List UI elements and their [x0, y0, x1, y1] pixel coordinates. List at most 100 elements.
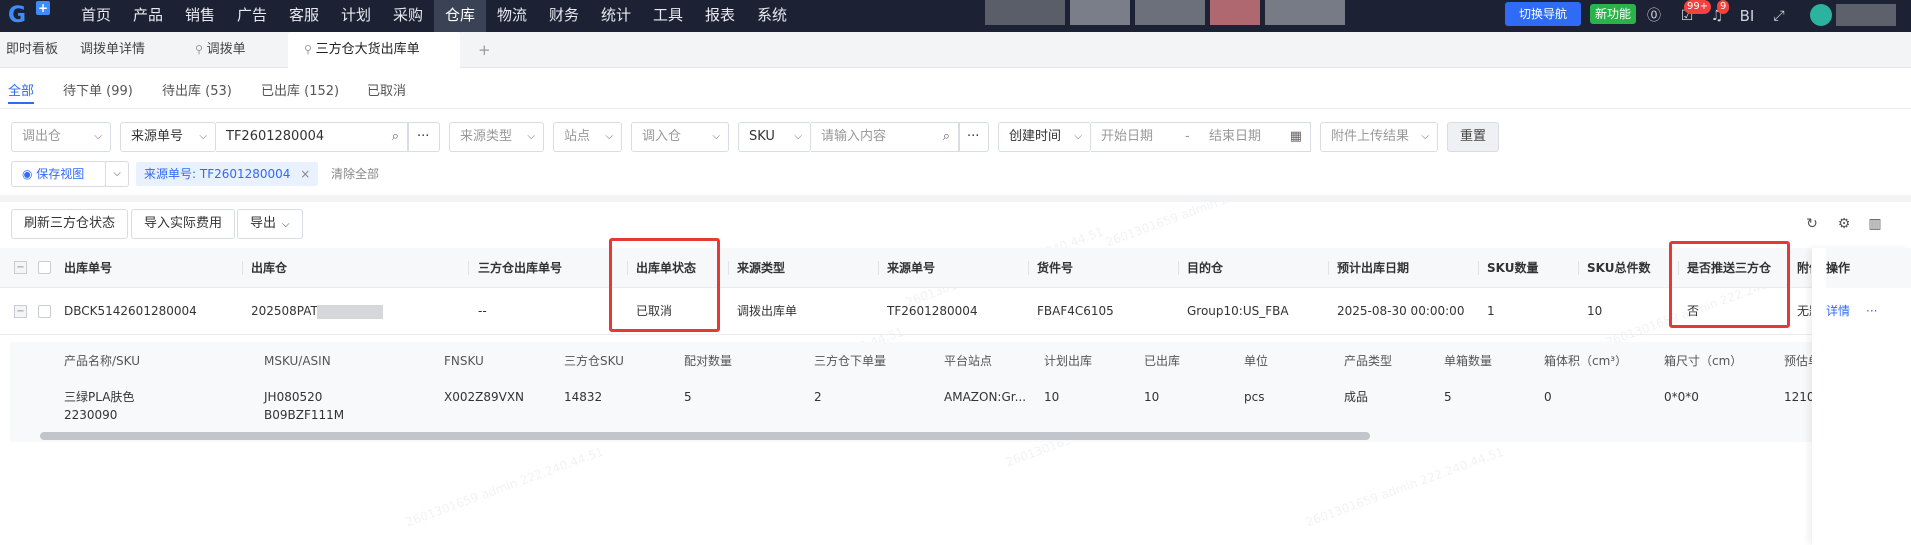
menu-item-plan[interactable]: 计划 — [330, 0, 382, 32]
column-divider — [1478, 261, 1479, 275]
column-header[interactable]: 预计出库日期 — [1337, 248, 1409, 288]
close-icon[interactable]: × — [300, 167, 310, 181]
top-navigation-bar: G + 首页 产品 销售 广告 客服 计划 采购 仓库 物流 财务 统计 工具 … — [0, 0, 1911, 32]
menu-item-logistics[interactable]: 物流 — [486, 0, 538, 32]
clear-all-link[interactable]: 清除全部 — [331, 162, 379, 186]
columns-icon[interactable]: ▥ — [1866, 215, 1884, 233]
status-tab-shipped[interactable]: 已出库 (152) — [261, 80, 339, 102]
status-tab-all[interactable]: 全部 — [8, 80, 34, 102]
message-count-badge: 9 — [1717, 0, 1730, 14]
tab-instant-board[interactable]: 即时看板 — [6, 32, 58, 68]
search-icon[interactable]: ⌕ — [392, 123, 399, 151]
add-tab-button[interactable]: + — [478, 32, 491, 68]
reset-button[interactable]: 重置 — [1447, 122, 1499, 152]
column-header[interactable]: 出库仓 — [251, 248, 287, 288]
select-all-checkbox[interactable] — [38, 261, 51, 274]
destination-warehouse: Group10:US_FBA — [1187, 304, 1289, 318]
column-divider — [878, 261, 879, 275]
column-header[interactable]: 出库单号 — [64, 248, 112, 288]
switch-navigation-button[interactable]: 切换导航 — [1505, 2, 1581, 26]
bi-icon[interactable]: BI — [1738, 7, 1756, 25]
highlight-box — [1669, 241, 1790, 328]
status-tab-pending-outbound[interactable]: 待出库 (53) — [162, 80, 232, 102]
source-no-input[interactable]: TF2601280004 ⌕ — [216, 122, 408, 152]
column-header[interactable]: SKU总件数 — [1587, 248, 1650, 288]
select-placeholder: 附件上传结果 — [1331, 129, 1410, 144]
sku-type-select[interactable]: SKU ⌵ — [738, 122, 811, 152]
column-header[interactable]: 来源类型 — [737, 248, 785, 288]
row-checkbox[interactable] — [38, 305, 51, 318]
column-header[interactable]: SKU数量 — [1487, 248, 1538, 288]
menu-item-finance[interactable]: 财务 — [538, 0, 590, 32]
select-placeholder: 调入仓 — [642, 129, 682, 144]
column-header[interactable]: 货件号 — [1037, 248, 1073, 288]
tab-transfer-order[interactable]: ⚲ 调拨单 — [195, 32, 285, 68]
product-sku: 2230090 — [64, 408, 118, 422]
product-cell: 三绿PLA肤色 2230090 — [64, 388, 134, 424]
new-feature-button[interactable]: 新功能 — [1590, 4, 1636, 24]
section-divider — [0, 195, 1911, 202]
source-no-type-select[interactable]: 来源单号 ⌵ — [120, 122, 216, 152]
select-value: 创建时间 — [1009, 129, 1062, 144]
tab-label: 三方仓大货出库单 — [315, 42, 420, 57]
menu-item-system[interactable]: 系统 — [746, 0, 798, 32]
status-tab-pending-order[interactable]: 待下单 (99) — [63, 80, 133, 102]
import-actual-cost-button[interactable]: 导入实际费用 — [131, 209, 236, 239]
menu-item-sales[interactable]: 销售 — [174, 0, 226, 32]
more-button[interactable]: ··· — [408, 122, 440, 152]
collapse-row-icon[interactable]: − — [14, 305, 27, 318]
redacted-area — [985, 0, 1065, 25]
settings-icon[interactable]: ⚙ — [1835, 215, 1853, 233]
sub-column-header: 已出库 — [1144, 354, 1181, 368]
tab-3pl-bulk-outbound[interactable]: ⚲ 三方仓大货出库单 — [288, 32, 460, 68]
menu-item-ads[interactable]: 广告 — [226, 0, 278, 32]
column-header[interactable]: 附件 — [1797, 248, 1811, 288]
status-tab-cancelled[interactable]: 已取消 — [367, 80, 406, 102]
menu-item-warehouse[interactable]: 仓库 — [434, 0, 486, 32]
search-icon[interactable]: ⌕ — [943, 123, 950, 151]
tab-transfer-detail[interactable]: 调拨单详情 — [80, 32, 145, 68]
more-actions-button[interactable]: ··· — [1866, 288, 1877, 335]
scrollbar-thumb[interactable] — [40, 432, 1370, 440]
menu-item-stats[interactable]: 统计 — [590, 0, 642, 32]
estimated-unit-volume: 1210 — [1784, 390, 1815, 404]
horizontal-scrollbar[interactable] — [30, 430, 1820, 440]
collapse-all-icon[interactable]: − — [14, 261, 27, 274]
sku-quantity: 1 — [1487, 304, 1495, 318]
shipped-qty: 10 — [1144, 390, 1160, 404]
export-button[interactable]: 导出 ⌵ — [237, 209, 303, 239]
more-button[interactable]: ··· — [959, 122, 989, 152]
column-header[interactable]: 来源单号 — [887, 248, 935, 288]
site-select[interactable]: 站点 ⌵ — [553, 122, 622, 152]
date-range-picker[interactable]: 开始日期 - 结束日期 ▦ — [1091, 122, 1311, 152]
out-warehouse-select[interactable]: 调出仓 ⌵ — [11, 122, 111, 152]
help-icon[interactable]: ⓪ — [1645, 7, 1663, 25]
menu-item-home[interactable]: 首页 — [70, 0, 122, 32]
menu-item-service[interactable]: 客服 — [278, 0, 330, 32]
create-time-select[interactable]: 创建时间 ⌵ — [998, 122, 1091, 152]
button-label: 导出 — [250, 216, 277, 231]
refresh-icon[interactable]: ↻ — [1803, 215, 1821, 233]
fullscreen-icon[interactable]: ⤢ — [1770, 7, 1788, 25]
column-header[interactable]: 目的仓 — [1187, 248, 1223, 288]
attachment-result-select[interactable]: 附件上传结果 ⌵ — [1320, 122, 1438, 152]
units-per-box: 5 — [1444, 390, 1452, 404]
app-logo[interactable]: G + — [8, 1, 58, 29]
input-placeholder: 请输入内容 — [821, 129, 887, 144]
menu-item-reports[interactable]: 报表 — [694, 0, 746, 32]
avatar[interactable] — [1810, 4, 1832, 26]
menu-item-product[interactable]: 产品 — [122, 0, 174, 32]
save-view-button[interactable]: ◉ 保存视图 — [11, 161, 106, 187]
detail-link[interactable]: 详情 — [1826, 288, 1850, 335]
sku-search-input[interactable]: 请输入内容 ⌕ — [811, 122, 959, 152]
column-divider — [1328, 261, 1329, 275]
source-type-select[interactable]: 来源类型 ⌵ — [449, 122, 544, 152]
menu-item-purchase[interactable]: 采购 — [382, 0, 434, 32]
in-warehouse-select[interactable]: 调入仓 ⌵ — [631, 122, 729, 152]
pair-quantity: 5 — [684, 390, 692, 404]
select-placeholder: 调出仓 — [22, 129, 62, 144]
menu-item-tools[interactable]: 工具 — [642, 0, 694, 32]
refresh-3pl-status-button[interactable]: 刷新三方仓状态 — [11, 209, 129, 239]
column-header[interactable]: 三方仓出库单号 — [478, 248, 562, 288]
save-view-dropdown[interactable]: ⌵ — [105, 161, 129, 187]
